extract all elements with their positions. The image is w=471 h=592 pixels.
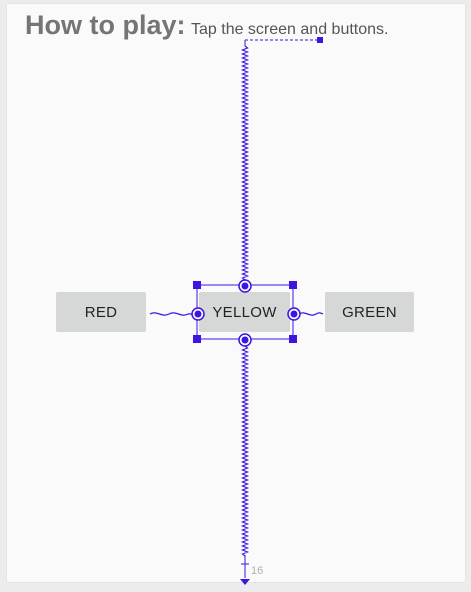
- instructions-text[interactable]: Tap the screen and buttons.: [191, 21, 388, 39]
- green-button[interactable]: GREEN: [325, 292, 414, 332]
- bottom-margin-label: 16: [251, 565, 264, 577]
- yellow-button[interactable]: YELLOW: [199, 292, 290, 332]
- red-button[interactable]: RED: [56, 292, 146, 332]
- page-title: How to play:: [25, 10, 186, 40]
